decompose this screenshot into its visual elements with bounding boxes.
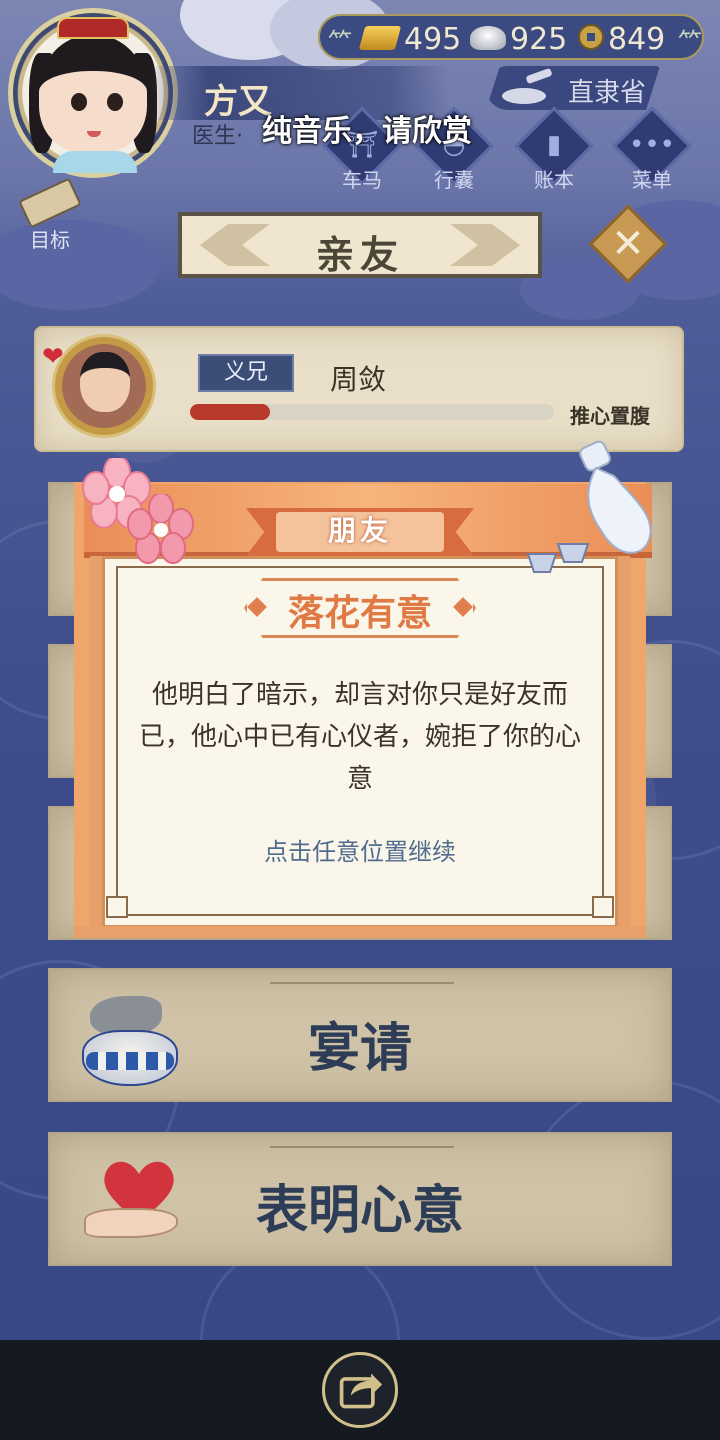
hand-icon [84, 1208, 178, 1238]
silver-ingot-icon [470, 26, 506, 50]
ledger-icon: ▮ [546, 130, 562, 160]
menu-label: 行囊 [434, 168, 474, 192]
gold-ingot-icon [358, 26, 402, 50]
dialog-pillar [616, 556, 630, 934]
continue-hint[interactable]: 点击任意位置继续 [130, 832, 590, 867]
dialog-title: 落花有意 [287, 592, 432, 634]
row-ornament [270, 1146, 454, 1148]
currency-bar: ⺮ 495 925 849 ⺮ [318, 14, 704, 60]
menu-label: 车马 [342, 168, 382, 192]
share-button[interactable] [322, 1352, 398, 1428]
close-icon[interactable]: ✕ [600, 216, 656, 272]
jar-pattern [86, 1052, 174, 1070]
goal-button[interactable]: 目标 [8, 177, 92, 252]
avatar-crown [57, 17, 129, 39]
dialog-message: 他明白了暗示，却言对你只是好友而已，他心中已有心仪者，婉拒了你的心意 [138, 680, 581, 794]
ledger-button[interactable]: ▮ 账本 [514, 106, 594, 192]
dialog-header-label: 朋友 [327, 514, 392, 547]
silver-amount: 925 [510, 22, 568, 57]
dialog-base [74, 926, 646, 938]
player-title: 医生· [192, 124, 243, 149]
scroll-icon [18, 177, 82, 229]
flower-icon [127, 494, 194, 564]
menu-label: 账本 [534, 168, 574, 192]
copper-coin-icon [578, 24, 604, 50]
row-ornament [270, 982, 454, 984]
relation-tag: 义兄 [198, 354, 294, 392]
menu-label: 菜单 [632, 168, 672, 192]
avatar-collar [53, 151, 137, 173]
avatar-eye [107, 93, 123, 111]
wine-cups-icon [526, 543, 590, 573]
share-icon [339, 1373, 383, 1409]
dialog-corner [592, 896, 614, 918]
hearts-icon: ❤ [42, 342, 64, 372]
bamboo-icon: ⺮ [678, 28, 702, 56]
affinity-bar-fill [190, 404, 270, 420]
music-caption: 纯音乐，请欣赏 [262, 114, 472, 149]
bamboo-icon: ⺮ [328, 28, 352, 56]
more-icon: ••• [628, 130, 675, 160]
goal-label: 目标 [30, 228, 70, 252]
relation-status: 推心置腹 [570, 404, 650, 428]
friend-name: 周敛 [330, 363, 387, 396]
panel-title-frame: 亲友 [178, 212, 542, 278]
coin-amount: 849 [608, 22, 666, 57]
avatar-eye [71, 93, 87, 111]
dialog-corner [106, 896, 128, 918]
friend-face [80, 352, 130, 412]
gold-amount: 495 [404, 22, 462, 57]
more-menu-button[interactable]: ••• 菜单 [612, 106, 692, 192]
panel-title: 亲友 [315, 232, 404, 277]
ink-stone-icon [502, 68, 552, 104]
region-name: 直隶省 [568, 78, 647, 108]
